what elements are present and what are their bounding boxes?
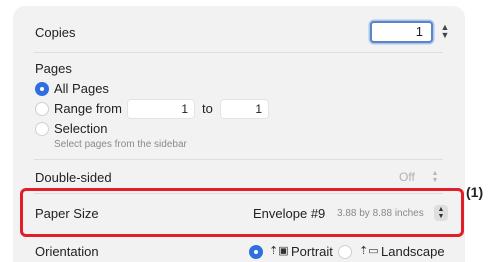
portrait-radio[interactable] [249, 245, 263, 259]
divider [34, 159, 443, 160]
orientation-label: Orientation [35, 244, 99, 259]
range-from-label: Range from [54, 101, 122, 116]
paper-size-highlight [20, 188, 464, 237]
range-from-field[interactable]: 1 [128, 100, 194, 118]
range-to-field[interactable]: 1 [221, 100, 268, 118]
selection-hint: Select pages from the sidebar [54, 139, 187, 150]
all-pages-label: All Pages [54, 81, 109, 96]
pages-heading: Pages [35, 61, 72, 76]
double-sided-label: Double-sided [35, 170, 112, 185]
portrait-label: Portrait [291, 244, 333, 259]
landscape-icon: ⇡▭ [359, 245, 379, 257]
copies-stepper-icon[interactable]: ▲ ▼ [439, 23, 451, 41]
range-radio[interactable] [35, 102, 49, 116]
double-sided-value: Off [399, 170, 415, 184]
divider [34, 52, 443, 53]
portrait-icon: ⇡▣ [269, 245, 289, 257]
all-pages-radio[interactable] [35, 82, 49, 96]
popup-arrows-icon: ▲ ▼ [431, 170, 439, 184]
range-to-label: to [202, 101, 213, 116]
selection-radio[interactable] [35, 122, 49, 136]
copies-label: Copies [35, 25, 76, 40]
copies-field[interactable]: 1 [370, 21, 433, 43]
landscape-radio[interactable] [338, 245, 352, 259]
landscape-label: Landscape [381, 244, 445, 259]
callout-label: (1) [466, 184, 484, 200]
selection-label: Selection [54, 121, 108, 136]
double-sided-popup[interactable]: Off ▲ ▼ [393, 168, 443, 186]
